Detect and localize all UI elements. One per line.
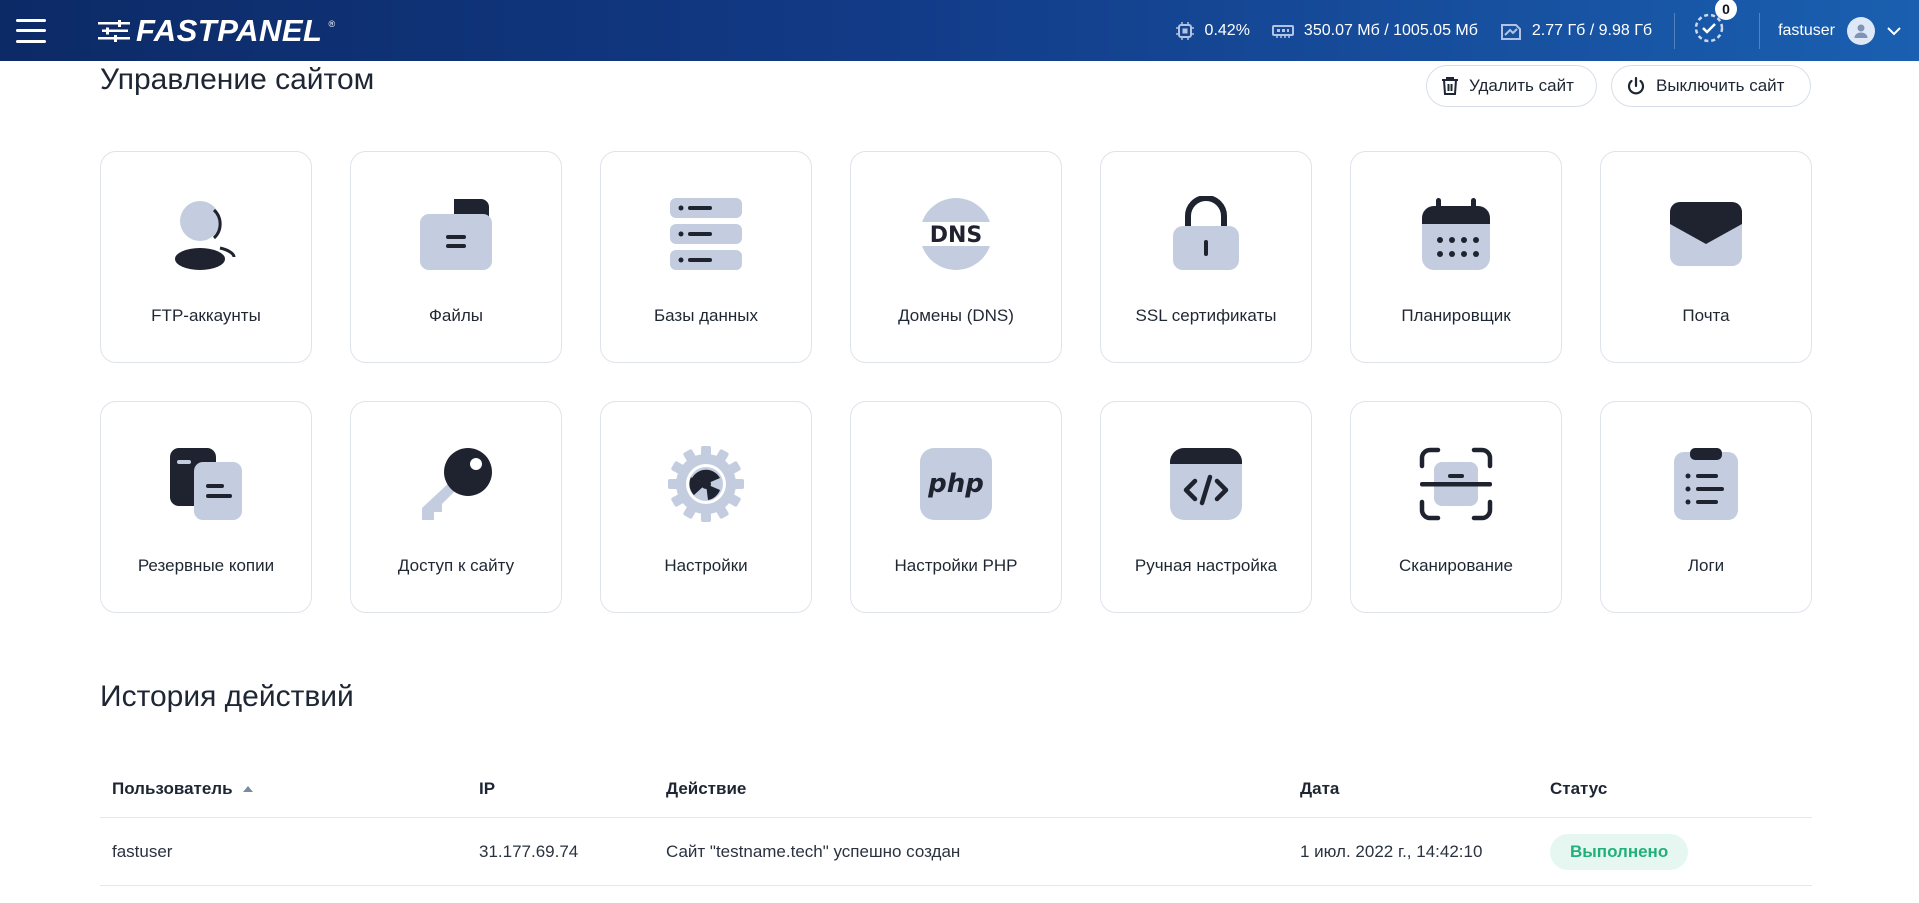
tile-ftp-accounts[interactable]: FTP-аккаунты [100, 151, 312, 363]
top-bar: FASTPANEL ® 0.42% 350.07 Мб / 1005.05 Мб… [0, 0, 1919, 61]
tile-label: Домены (DNS) [898, 306, 1014, 325]
disk-icon [1500, 23, 1521, 40]
history-title: История действий [100, 680, 354, 713]
key-icon [422, 448, 492, 520]
calendar-icon [1422, 198, 1490, 270]
col-date-header[interactable]: Дата [1300, 779, 1550, 799]
header-divider [1759, 12, 1761, 49]
col-action-header[interactable]: Действие [666, 779, 1300, 799]
dns-icon: DNS [918, 198, 994, 270]
col-ip-header[interactable]: IP [479, 779, 666, 799]
power-icon [1627, 76, 1645, 95]
disable-site-label: Выключить сайт [1656, 76, 1785, 95]
tile-label: Файлы [428, 306, 483, 325]
tile-label: Настройки PHP [894, 556, 1018, 575]
folder-icon [420, 199, 492, 270]
ram-stat: 350.07 Мб / 1005.05 Мб [1271, 21, 1478, 40]
tile-scanning[interactable]: Сканирование [1350, 401, 1562, 613]
logs-icon [1674, 448, 1738, 520]
disk-value: 2.77 Гб / 9.98 Гб [1531, 21, 1653, 39]
tile-label: Сканирование [1399, 556, 1513, 575]
tile-files[interactable]: Файлы [350, 151, 562, 363]
tile-mail[interactable]: Почта [1600, 151, 1812, 363]
table-header: Пользователь IP Действие Дата Статус [100, 760, 1812, 818]
tile-label: FTP-аккаунты [151, 306, 261, 325]
mail-icon [1670, 202, 1742, 266]
site-tools-grid: FTP-аккаунты Файлы Базы данных DNS Домен… [100, 151, 1812, 613]
user-menu[interactable]: fastuser [1778, 16, 1901, 45]
logo-registered: ® [328, 18, 336, 29]
ram-value: 350.07 Мб / 1005.05 Мб [1303, 21, 1478, 39]
svg-text:DNS: DNS [930, 223, 983, 248]
sort-asc-icon [242, 786, 253, 793]
tile-databases[interactable]: Базы данных [600, 151, 812, 363]
scan-icon [1419, 447, 1493, 521]
tile-php-settings[interactable]: php Настройки PHP [850, 401, 1062, 613]
tile-scheduler[interactable]: Планировщик [1350, 151, 1562, 363]
svg-text:php: php [927, 469, 984, 499]
tile-manual-config[interactable]: Ручная настройка [1100, 401, 1312, 613]
col-status-header[interactable]: Статус [1550, 779, 1812, 799]
tile-settings[interactable]: Настройки [600, 401, 812, 613]
tile-site-access[interactable]: Доступ к сайту [350, 401, 562, 613]
database-icon [670, 198, 742, 270]
cell-action: Сайт "testname.tech" успешно создан [666, 841, 961, 861]
code-icon [1170, 448, 1242, 520]
history-table: Пользователь IP Действие Дата Статус fas… [100, 760, 1812, 886]
logo-mark-icon [98, 19, 130, 42]
cell-user: fastuser [112, 841, 173, 861]
site-management-title: Управление сайтом [100, 63, 375, 96]
header-divider [1674, 12, 1676, 49]
logo-text: FASTPANEL [136, 12, 323, 48]
chevron-down-icon [1887, 26, 1901, 35]
tile-backups[interactable]: Резервные копии [100, 401, 312, 613]
tile-label: SSL сертификаты [1135, 306, 1277, 325]
cpu-icon [1175, 21, 1194, 40]
status-badge: Выполнено [1550, 833, 1689, 870]
backup-icon [170, 448, 242, 520]
disk-stat: 2.77 Гб / 9.98 Гб [1500, 21, 1652, 41]
server-stats: 0.42% 350.07 Мб / 1005.05 Мб 2.77 Гб / 9… [1175, 0, 1919, 61]
user-icon [1854, 24, 1868, 38]
disable-site-button[interactable]: Выключить сайт [1611, 65, 1811, 107]
tile-label: Почта [1682, 306, 1730, 325]
tile-label: Логи [1687, 556, 1725, 575]
tile-ssl[interactable]: SSL сертификаты [1100, 151, 1312, 363]
tile-label: Доступ к сайту [397, 556, 515, 575]
username: fastuser [1778, 21, 1835, 39]
cpu-value: 0.42% [1204, 21, 1250, 39]
cpu-stat: 0.42% [1175, 21, 1250, 41]
tile-label: Планировщик [1401, 306, 1511, 325]
tile-label: Базы данных [653, 306, 759, 325]
avatar [1847, 16, 1875, 45]
logo[interactable]: FASTPANEL ® [98, 13, 335, 49]
ram-icon [1271, 24, 1294, 38]
gear-icon [668, 446, 744, 522]
table-row: fastuser 31.177.69.74 Сайт "testname.tec… [100, 818, 1812, 886]
tasks-count-badge: 0 [1715, 0, 1738, 20]
menu-icon[interactable] [16, 18, 46, 43]
php-icon: php [920, 448, 992, 520]
tile-label: Настройки [664, 556, 748, 575]
tile-label: Ручная настройка [1134, 556, 1278, 575]
tile-logs[interactable]: Логи [1600, 401, 1812, 613]
delete-site-button[interactable]: Удалить сайт [1426, 65, 1597, 107]
cell-date: 1 июл. 2022 г., 14:42:10 [1300, 841, 1483, 861]
col-user-header[interactable]: Пользователь [100, 779, 479, 799]
trash-icon [1442, 77, 1458, 95]
tasks-button[interactable]: 0 [1693, 0, 1738, 49]
delete-site-label: Удалить сайт [1469, 76, 1574, 95]
ftp-users-icon [175, 201, 236, 270]
tile-label: Резервные копии [137, 556, 275, 575]
lock-icon [1173, 196, 1239, 270]
tile-domains-dns[interactable]: DNS Домены (DNS) [850, 151, 1062, 363]
cell-ip: 31.177.69.74 [479, 841, 579, 861]
